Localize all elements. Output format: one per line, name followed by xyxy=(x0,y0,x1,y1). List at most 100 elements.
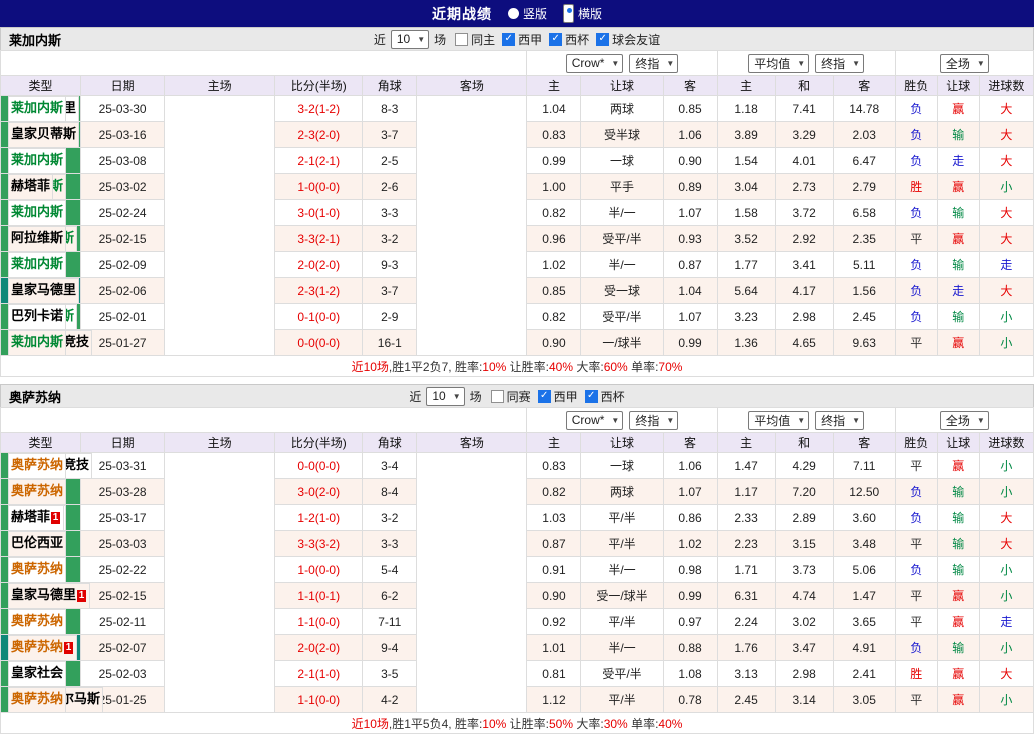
match-row: 西甲25-03-17奥萨苏纳1-2(1-0)3-2赫塔菲11.03平/半0.86… xyxy=(0,504,1034,531)
away-team-cell[interactable]: 奥萨苏纳 xyxy=(8,686,67,713)
score-cell[interactable]: 1-0(0-0) xyxy=(274,556,364,583)
score-cell[interactable]: 1-2(1-0) xyxy=(274,504,364,531)
team-name[interactable]: 皇家马德里 xyxy=(11,587,76,602)
recent-games-select[interactable]: 10 ▼ xyxy=(390,29,430,49)
filter-checkbox[interactable]: ✓ 西甲 xyxy=(502,31,542,48)
radio-selected-icon[interactable] xyxy=(563,4,574,23)
checkbox-label: 同主 xyxy=(471,32,496,47)
team-name[interactable]: 巴列卡诺 xyxy=(11,308,63,323)
team-name[interactable]: 奥萨苏纳 xyxy=(11,483,63,498)
match-scope-select[interactable]: 全场 ▼ xyxy=(939,53,989,73)
team-name[interactable]: 奥萨苏纳 xyxy=(11,457,63,472)
away-team-cell[interactable]: 奥萨苏纳 xyxy=(8,608,67,635)
score-cell[interactable]: 2-3(1-2) xyxy=(274,277,364,304)
team-name[interactable]: 皇家贝蒂斯 xyxy=(11,126,76,141)
filter-checkbox[interactable]: ✓ 球会友谊 xyxy=(596,31,660,48)
team-name[interactable]: 皇家社会 xyxy=(11,665,63,680)
score-cell[interactable]: 1-1(0-0) xyxy=(274,608,364,635)
filter-checkbox[interactable]: ✓ 西甲 xyxy=(537,388,578,405)
checkbox-icon[interactable]: ✓ xyxy=(584,389,598,403)
away-team-cell[interactable]: 皇家马德里 1 xyxy=(8,582,91,609)
bookmaker-select[interactable]: Crow* ▼ xyxy=(565,410,624,430)
recent-games-select[interactable]: 10 ▼ xyxy=(426,386,465,406)
match-result-cell: 负 xyxy=(894,634,938,661)
score-cell[interactable]: 1-0(0-0) xyxy=(274,173,364,200)
score-cell[interactable]: 3-2(1-2) xyxy=(274,95,364,122)
filter-checkbox[interactable]: 同赛 xyxy=(490,388,531,405)
radio-icon[interactable] xyxy=(507,8,519,19)
filter-checkbox[interactable]: 同主 xyxy=(455,31,495,48)
checkbox-icon[interactable]: ✓ xyxy=(502,32,516,46)
handicap-result-cell: 输 xyxy=(936,251,980,278)
bookmaker-select[interactable]: Crow* ▼ xyxy=(565,53,624,73)
score-cell[interactable]: 2-1(2-1) xyxy=(274,147,364,174)
score-cell[interactable]: 2-3(2-0) xyxy=(274,121,364,148)
away-team-cell[interactable]: 巴列卡诺 xyxy=(8,303,67,330)
team-name[interactable]: 奥萨苏纳 xyxy=(11,613,63,628)
score-cell[interactable]: 0-0(0-0) xyxy=(274,452,364,479)
away-team-cell[interactable]: 奥萨苏纳 xyxy=(8,453,67,479)
score-cell[interactable]: 0-0(0-0) xyxy=(274,329,364,356)
score-cell[interactable]: 2-0(2-0) xyxy=(274,251,364,278)
team-name[interactable]: 阿拉维斯 xyxy=(11,230,63,245)
score-cell[interactable]: 3-0(1-0) xyxy=(274,199,364,226)
layout-radio-vertical[interactable]: 竖版 xyxy=(507,5,547,22)
team-name[interactable]: 莱加内斯 xyxy=(11,204,63,219)
away-team-cell[interactable]: 奥萨苏纳 xyxy=(8,478,67,505)
team-name[interactable]: 皇家马德里 xyxy=(11,282,76,297)
team-name[interactable]: 赫塔菲 xyxy=(11,178,50,193)
away-team-cell[interactable]: 赫塔菲 1 xyxy=(8,504,65,531)
team-name[interactable]: 赫塔菲 xyxy=(11,509,50,524)
filter-checkbox[interactable]: ✓ 西杯 xyxy=(584,388,625,405)
score-cell[interactable]: 3-3(3-2) xyxy=(274,530,364,557)
score-cell[interactable]: 0-1(0-0) xyxy=(274,303,364,330)
match-scope-select[interactable]: 全场 ▼ xyxy=(939,410,989,430)
score-cell[interactable]: 2-0(2-0) xyxy=(274,634,364,661)
checkbox-icon[interactable] xyxy=(455,32,469,46)
team-name[interactable]: 莱加内斯 xyxy=(11,100,63,115)
euro-odds-type-select[interactable]: 终指 ▼ xyxy=(815,410,865,430)
euro-odds-type-select[interactable]: 终指 ▼ xyxy=(815,53,865,73)
league-filter-checkboxes: 同主 ✓ 西甲 ✓ 西杯 ✓ 球会友谊 xyxy=(455,31,660,48)
select-value: 全场 xyxy=(945,56,970,71)
team-name[interactable]: 莱加内斯 xyxy=(11,152,63,167)
team-name[interactable]: 巴伦西亚 xyxy=(11,535,63,550)
handicap-result-cell: 输 xyxy=(936,303,980,330)
matches-table-2: Crow* ▼ 终指 ▼ 平均值 ▼ 终指 ▼ 全场 ▼ 类型 日期 主场 比分… xyxy=(0,407,1034,734)
team-name[interactable]: 莱加内斯 xyxy=(11,256,63,271)
checkbox-icon[interactable]: ✓ xyxy=(549,32,563,46)
away-team-cell[interactable]: 赫塔菲 xyxy=(8,173,54,200)
away-team-cell[interactable]: 莱加内斯 xyxy=(8,147,67,174)
checkbox-icon[interactable] xyxy=(490,389,504,403)
score-cell[interactable]: 1-1(0-0) xyxy=(274,686,364,713)
away-team-cell[interactable]: 皇家贝蒂斯 xyxy=(8,121,80,148)
score-cell[interactable]: 3-0(2-0) xyxy=(274,478,364,505)
handicap-odds-type-select[interactable]: 终指 ▼ xyxy=(629,410,679,430)
away-team-cell[interactable]: 莱加内斯 xyxy=(8,96,67,122)
handicap-odds-type-select[interactable]: 终指 ▼ xyxy=(629,53,679,73)
match-row: 西甲25-03-03奥萨苏纳3-3(3-2)3-3巴伦西亚0.87平/半1.02… xyxy=(0,530,1034,557)
euro-average-select[interactable]: 平均值 ▼ xyxy=(748,410,810,430)
euro-average-select[interactable]: 平均值 ▼ xyxy=(748,53,810,73)
score-cell[interactable]: 3-3(2-1) xyxy=(274,225,364,252)
away-team-cell[interactable]: 阿拉维斯 xyxy=(8,225,67,252)
layout-radio-horizontal[interactable]: 横版 xyxy=(563,4,602,23)
team-name[interactable]: 奥萨苏纳 xyxy=(11,691,63,706)
score-cell[interactable]: 2-1(1-0) xyxy=(274,660,364,687)
team-name[interactable]: 奥萨苏纳 xyxy=(11,561,63,576)
topbar: 近期战绩 竖版 横版 xyxy=(0,0,1034,27)
away-team-cell[interactable]: 奥萨苏纳 1 xyxy=(8,634,78,661)
away-team-cell[interactable]: 皇家社会 xyxy=(8,660,67,687)
away-team-cell[interactable]: 莱加内斯 xyxy=(8,251,67,278)
away-team-cell[interactable]: 皇家马德里 xyxy=(8,277,80,304)
away-team-cell[interactable]: 巴伦西亚 xyxy=(8,530,67,557)
checkbox-icon[interactable]: ✓ xyxy=(596,32,610,46)
team-name[interactable]: 莱加内斯 xyxy=(11,334,63,349)
checkbox-icon[interactable]: ✓ xyxy=(537,389,551,403)
score-cell[interactable]: 1-1(0-1) xyxy=(274,582,364,609)
away-team-cell[interactable]: 奥萨苏纳 xyxy=(8,556,67,583)
team-name[interactable]: 奥萨苏纳 xyxy=(11,639,63,654)
away-team-cell[interactable]: 莱加内斯 xyxy=(8,329,67,356)
filter-checkbox[interactable]: ✓ 西杯 xyxy=(549,31,589,48)
away-team-cell[interactable]: 莱加内斯 xyxy=(8,199,67,226)
